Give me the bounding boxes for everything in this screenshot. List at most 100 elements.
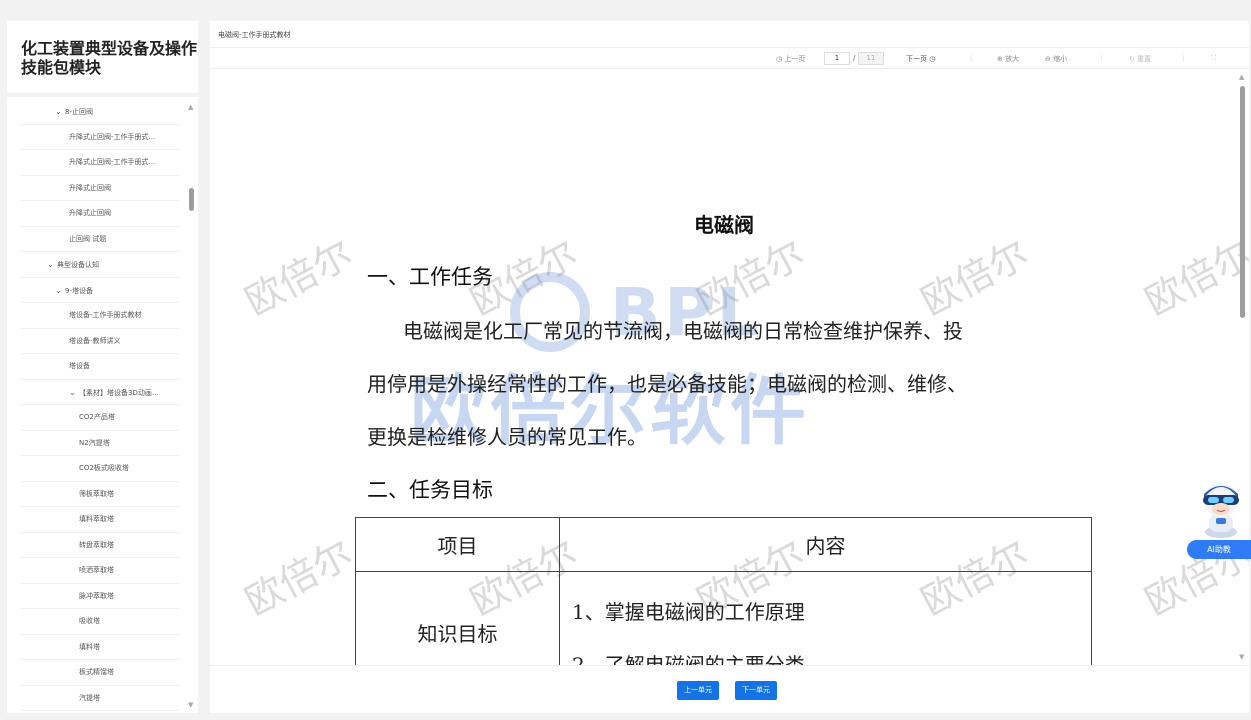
tree-item-label: 筛板萃取塔 bbox=[79, 489, 114, 498]
unit-navigation-bar: 上一单元 下一单元 bbox=[210, 665, 1249, 713]
scroll-up-arrow-icon[interactable]: ▲ bbox=[188, 103, 193, 111]
tree-item[interactable]: 汽提塔 bbox=[21, 686, 179, 711]
tree-item[interactable]: ⌄ 9-塔设备 bbox=[21, 278, 179, 303]
chevron-down-icon[interactable]: ⌄ bbox=[55, 278, 65, 303]
tree-item-label: 升降式止回阀-工作手册式... bbox=[69, 158, 156, 166]
scroll-up-arrow-icon[interactable]: ▲ bbox=[1239, 73, 1244, 81]
table-cell: 1、掌握电磁阀的工作原理 2、了解电磁阀的主要分类 bbox=[559, 571, 1092, 665]
next-page-label: 下一页 bbox=[906, 55, 927, 63]
table-row: 知识目标 1、掌握电磁阀的工作原理 2、了解电磁阀的主要分类 bbox=[355, 571, 1092, 665]
page-separator: / bbox=[853, 54, 856, 62]
paragraph-line: 更换是检维修人员的常见工作。 bbox=[367, 425, 647, 449]
reset-label: 重置 bbox=[1137, 55, 1152, 63]
tree-item[interactable]: N2汽提塔 bbox=[21, 431, 179, 456]
tree-item-label: 塔设备-工作手册式教材 bbox=[69, 311, 142, 319]
watermark-text: 欧倍尔 bbox=[237, 231, 360, 324]
paragraph-line: 电磁阀是化工厂常见的节流阀，电磁阀的日常检查维护保养、投 bbox=[403, 319, 963, 343]
tree-item[interactable]: 填料萃取塔 bbox=[21, 507, 179, 533]
tree-item-label: 脉冲萃取塔 bbox=[79, 591, 114, 600]
table-header-cell: 内容 bbox=[559, 517, 1092, 572]
next-page-icon: ◷ bbox=[929, 55, 936, 63]
tree-item[interactable]: ⌄ 【素材】塔设备3D动画... bbox=[21, 380, 179, 405]
zoom-out-label: 缩小 bbox=[1053, 55, 1068, 63]
tree-scrollbar[interactable]: ▲ ▼ bbox=[188, 99, 198, 711]
tree-item[interactable]: CO2产品塔 bbox=[21, 405, 179, 431]
tree-item[interactable]: 脉冲萃取塔 bbox=[21, 584, 179, 609]
document-scrollbar-thumb[interactable] bbox=[1240, 86, 1245, 318]
tree-item[interactable]: 吸收塔 bbox=[21, 609, 179, 635]
tree-item-label: 塔设备 bbox=[69, 362, 90, 370]
tree-item[interactable]: 填料塔 bbox=[21, 635, 179, 660]
zoom-out-button[interactable]: ⊖ 缩小 bbox=[1045, 54, 1067, 64]
tree-item[interactable]: 塔设备-工作手册式教材 bbox=[21, 303, 179, 329]
document-tab-title[interactable]: 电磁阀-工作手册式教材 bbox=[218, 30, 291, 40]
reset-button[interactable]: ↻ 重置 bbox=[1129, 54, 1151, 64]
tree-item-label: 板式精馏塔 bbox=[79, 668, 114, 676]
tree-item[interactable]: ⌄ 典型设备认知 bbox=[21, 252, 179, 278]
ai-assistant-label[interactable]: AI助教 bbox=[1187, 540, 1251, 559]
zoom-out-icon: ⊖ bbox=[1045, 55, 1051, 63]
chevron-down-icon[interactable]: ⌄ bbox=[55, 99, 65, 124]
chevron-down-icon[interactable]: ⌄ bbox=[47, 252, 57, 277]
tree-scrollbar-thumb[interactable] bbox=[189, 188, 194, 211]
tree-item[interactable]: CO2板式吸收塔 bbox=[21, 456, 179, 482]
tree-item[interactable]: 塔设备-教师讲义 bbox=[21, 329, 179, 354]
tree-item-label: 吸收塔 bbox=[79, 617, 100, 625]
table-cell: 知识目标 bbox=[355, 571, 560, 665]
ai-assistant-widget[interactable]: AI助教 bbox=[1187, 478, 1251, 562]
toolbar-divider: | bbox=[970, 54, 973, 62]
tree-item[interactable]: 止回阀 试题 bbox=[21, 227, 179, 252]
tree-item-label: 转盘萃取塔 bbox=[79, 540, 114, 549]
watermark-text: 欧倍尔 bbox=[1137, 231, 1249, 324]
tree-item-label: CO2板式吸收塔 bbox=[79, 464, 129, 472]
tree-item-label: 止回阀 试题 bbox=[69, 234, 107, 243]
tree-item[interactable]: 转盘萃取塔 bbox=[21, 533, 179, 558]
document-viewer: 电磁阀-工作手册式教材 ◷ 上一页 1 / 11 下一页 ◷ | ⊕ 放大 ⊖ … bbox=[210, 21, 1249, 713]
next-page-button[interactable]: 下一页 ◷ bbox=[906, 54, 935, 64]
scroll-down-arrow-icon[interactable]: ▼ bbox=[188, 701, 193, 709]
reset-icon: ↻ bbox=[1129, 55, 1135, 63]
viewer-toolbar: ◷ 上一页 1 / 11 下一页 ◷ | ⊕ 放大 ⊖ 缩小 | ↻ 重置 | … bbox=[210, 47, 1249, 69]
tree-item-label: 塔设备-教师讲义 bbox=[69, 336, 121, 345]
document-scrollbar[interactable]: ▲ ▼ bbox=[1238, 69, 1248, 665]
tree-item-label: 9-塔设备 bbox=[65, 286, 93, 295]
robot-mascot-icon bbox=[1203, 483, 1239, 538]
prev-page-button[interactable]: ◷ 上一页 bbox=[776, 54, 805, 64]
tree-item[interactable]: 升降式止回阀-工作手册式... bbox=[21, 125, 179, 150]
table-header-cell: 项目 bbox=[355, 517, 560, 572]
prev-page-label: 上一页 bbox=[784, 55, 806, 63]
section-heading: 一、工作任务 bbox=[367, 265, 493, 289]
tree-item-label: 填料塔 bbox=[79, 642, 100, 651]
tree-item[interactable]: ⌄ 8-止回阀 bbox=[21, 99, 179, 125]
tree-item[interactable]: 板式精馏塔 bbox=[21, 660, 179, 686]
catalog-tree-list: ⌄ 8-止回阀升降式止回阀-工作手册式... 升降式止回阀-工作手册式... 升降式止… bbox=[21, 99, 179, 711]
tree-item[interactable]: 升降式止回阀 bbox=[21, 201, 179, 227]
section-heading: 二、任务目标 bbox=[367, 478, 493, 502]
tree-item-label: 喷洒萃取塔 bbox=[79, 566, 114, 574]
chevron-down-icon[interactable]: ⌄ bbox=[69, 380, 79, 405]
tree-item[interactable]: 塔设备 bbox=[21, 354, 179, 380]
course-title-panel: 化工装置典型设备及操作技能包模块 bbox=[7, 21, 198, 93]
tree-item[interactable]: 升降式止回阀-工作手册式... bbox=[21, 150, 179, 176]
tree-item[interactable]: 喷洒萃取塔 bbox=[21, 558, 179, 584]
table-cell-line: 2、了解电磁阀的主要分类 bbox=[572, 653, 805, 665]
tree-item-label: CO2产品塔 bbox=[79, 413, 115, 421]
prev-unit-button[interactable]: 上一单元 bbox=[677, 681, 719, 700]
tree-item[interactable]: 升降式止回阀 bbox=[21, 176, 179, 201]
next-unit-button[interactable]: 下一单元 bbox=[735, 681, 777, 700]
page-number-input[interactable]: 1 bbox=[824, 52, 850, 65]
goals-table: 项目 内容 知识目标 1、掌握电磁阀的工作原理 2、了解电磁阀的主要分类 bbox=[355, 517, 1092, 665]
tree-item-label: 汽提塔 bbox=[79, 693, 100, 702]
fullscreen-icon[interactable]: ⛶ bbox=[1211, 54, 1216, 63]
tree-item-label: 升降式止回阀 bbox=[69, 209, 111, 217]
scroll-down-arrow-icon[interactable]: ▼ bbox=[1239, 653, 1244, 661]
tree-item-label: 升降式止回阀-工作手册式... bbox=[69, 132, 156, 141]
tree-item-label: 【素材】塔设备3D动画... bbox=[79, 388, 159, 397]
zoom-in-button[interactable]: ⊕ 放大 bbox=[997, 54, 1019, 64]
tree-item[interactable]: 筛板萃取塔 bbox=[21, 482, 179, 507]
document-page: 欧倍尔 欧倍尔 欧倍尔 欧倍尔 欧倍尔 欧倍尔 欧倍尔 欧倍尔 欧倍尔 欧倍尔 … bbox=[210, 69, 1249, 665]
tree-item-label: 升降式止回阀 bbox=[69, 183, 111, 192]
tree-item-label: N2汽提塔 bbox=[79, 438, 110, 447]
paragraph-line: 用停用是外操经常性的工作，也是必备技能；电磁阀的检测、维修、 bbox=[367, 372, 967, 396]
document-title: 电磁阀 bbox=[694, 213, 754, 237]
